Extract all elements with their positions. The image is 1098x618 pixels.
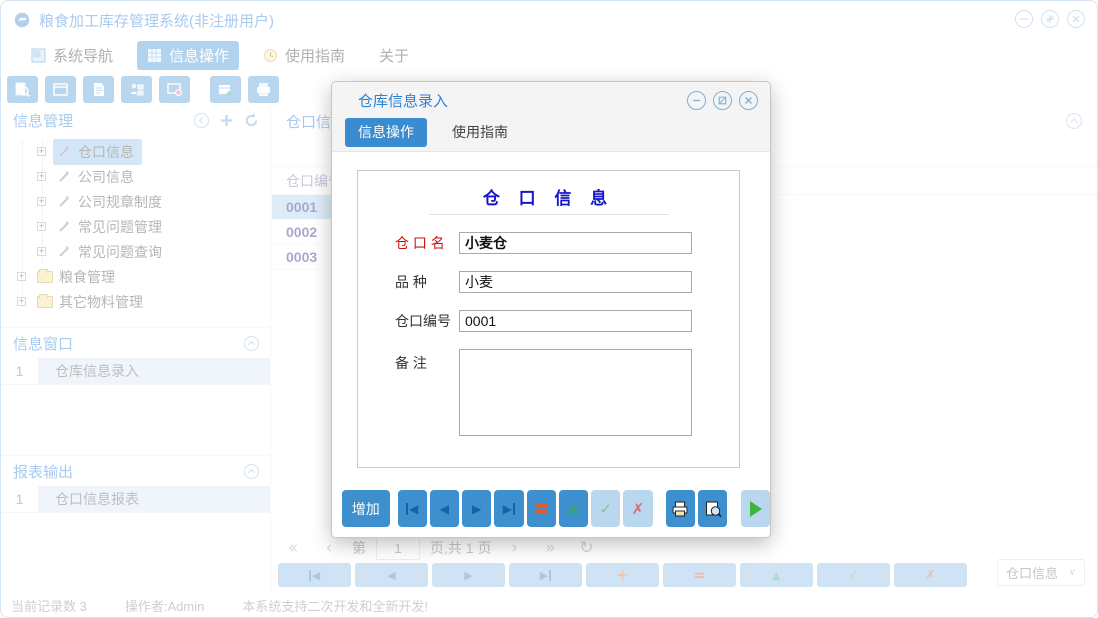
field-label-warehouse-name: 仓 口 名 [395,233,459,253]
field-label-warehouse-code: 仓口编号 [395,311,459,331]
commit-icon[interactable]: ✓ [591,490,620,527]
delete-icon[interactable] [527,490,556,527]
first-record-icon[interactable]: ◀ [398,490,427,527]
dialog-footer: 增加 ◀ ◀ ▶ ▶ ✓ ✗ [332,480,770,537]
edit-icon[interactable] [559,490,588,527]
variety-input[interactable] [459,271,692,293]
dialog-title-bar: 仓库信息录入 [332,82,770,118]
close-icon[interactable] [739,91,758,110]
application-window: 粮食加工库存管理系统(非注册用户) 系统导航 信息操作 使用指南 关于 [0,0,1098,618]
warehouse-entry-dialog: 仓库信息录入 信息操作 使用指南 仓 口 信 息 仓 口 名 品 种 [331,81,771,538]
prev-record-icon[interactable]: ◀ [430,490,459,527]
warehouse-name-input[interactable] [459,232,692,254]
warehouse-form: 仓 口 信 息 仓 口 名 品 种 仓口编号 备 注 [357,170,740,468]
title-underline [429,214,669,215]
restore-icon[interactable] [713,91,732,110]
remarks-textarea[interactable] [459,349,692,436]
last-record-icon[interactable]: ▶ [494,490,523,527]
dialog-tabs: 信息操作 使用指南 [332,118,770,152]
run-icon[interactable] [741,490,770,527]
form-title: 仓 口 信 息 [358,184,739,209]
add-record-button[interactable]: 增加 [342,490,390,527]
print-preview-icon[interactable] [698,490,727,527]
tab-user-guide[interactable]: 使用指南 [439,118,521,147]
warehouse-code-input[interactable] [459,310,692,332]
minimize-icon[interactable] [687,91,706,110]
print-icon[interactable] [666,490,695,527]
field-label-remarks: 备 注 [395,353,459,373]
field-label-variety: 品 种 [395,272,459,292]
tab-info-operation[interactable]: 信息操作 [345,118,427,147]
cancel-icon[interactable]: ✗ [623,490,652,527]
next-record-icon[interactable]: ▶ [462,490,491,527]
dialog-title: 仓库信息录入 [358,90,448,111]
